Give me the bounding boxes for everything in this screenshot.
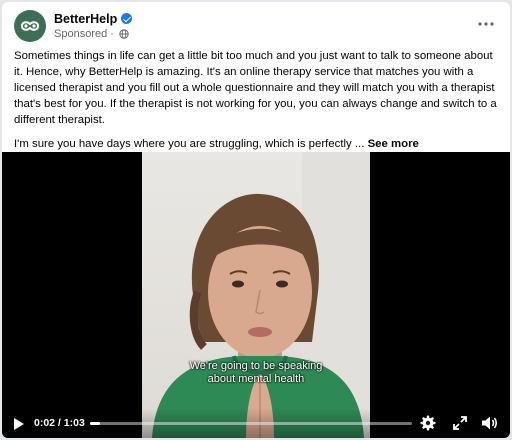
caption-line: We're going to be speaking — [189, 360, 323, 372]
post-body: Sometimes things in life can get a littl… — [14, 48, 502, 160]
play-button[interactable] — [10, 415, 28, 433]
verified-badge-icon — [121, 13, 133, 24]
sponsored-separator: · — [110, 28, 114, 40]
settings-button[interactable] — [419, 414, 437, 432]
fullscreen-button[interactable] — [451, 414, 469, 432]
progress-fill — [90, 422, 101, 425]
play-icon — [14, 418, 24, 430]
sponsored-label[interactable]: Sponsored — [54, 28, 107, 40]
post-paragraph-truncated: I'm sure you have days where you are str… — [14, 136, 502, 152]
post-paragraph-text: I'm sure you have days where you are str… — [14, 138, 365, 150]
fullscreen-icon — [453, 416, 467, 430]
duration: 1:03 — [63, 417, 85, 429]
post-header: BetterHelp Sponsored · — [14, 10, 498, 44]
gear-icon — [420, 415, 436, 431]
sponsored-post-card: BetterHelp Sponsored · Sometimes things … — [2, 2, 510, 438]
video-time: 0:02 / 1:03 — [34, 417, 85, 429]
video-progress-bar[interactable] — [90, 422, 412, 425]
video-thumbnail — [152, 152, 370, 438]
sponsored-line: Sponsored · — [54, 28, 129, 40]
betterhelp-logo-icon — [20, 21, 40, 31]
page-name-link[interactable]: BetterHelp — [54, 12, 133, 26]
caption-line: about mental health — [207, 373, 305, 385]
current-time: 0:02 — [34, 417, 56, 429]
more-options-icon — [478, 22, 494, 26]
volume-button[interactable] — [480, 414, 500, 432]
volume-icon — [482, 416, 498, 430]
video-caption: We're going to be speaking about mental … — [142, 360, 370, 386]
globe-icon — [119, 29, 129, 39]
video-player[interactable]: We're going to be speaking about mental … — [2, 152, 510, 438]
more-options-button[interactable] — [474, 14, 498, 34]
page-avatar[interactable] — [14, 10, 46, 42]
video-controls: 0:02 / 1:03 — [2, 408, 510, 438]
see-more-link[interactable]: See more — [368, 138, 419, 150]
video-frame: We're going to be speaking about mental … — [142, 152, 370, 438]
time-separator: / — [55, 417, 64, 429]
page-name[interactable]: BetterHelp — [54, 12, 117, 26]
post-paragraph: Sometimes things in life can get a littl… — [14, 50, 497, 126]
